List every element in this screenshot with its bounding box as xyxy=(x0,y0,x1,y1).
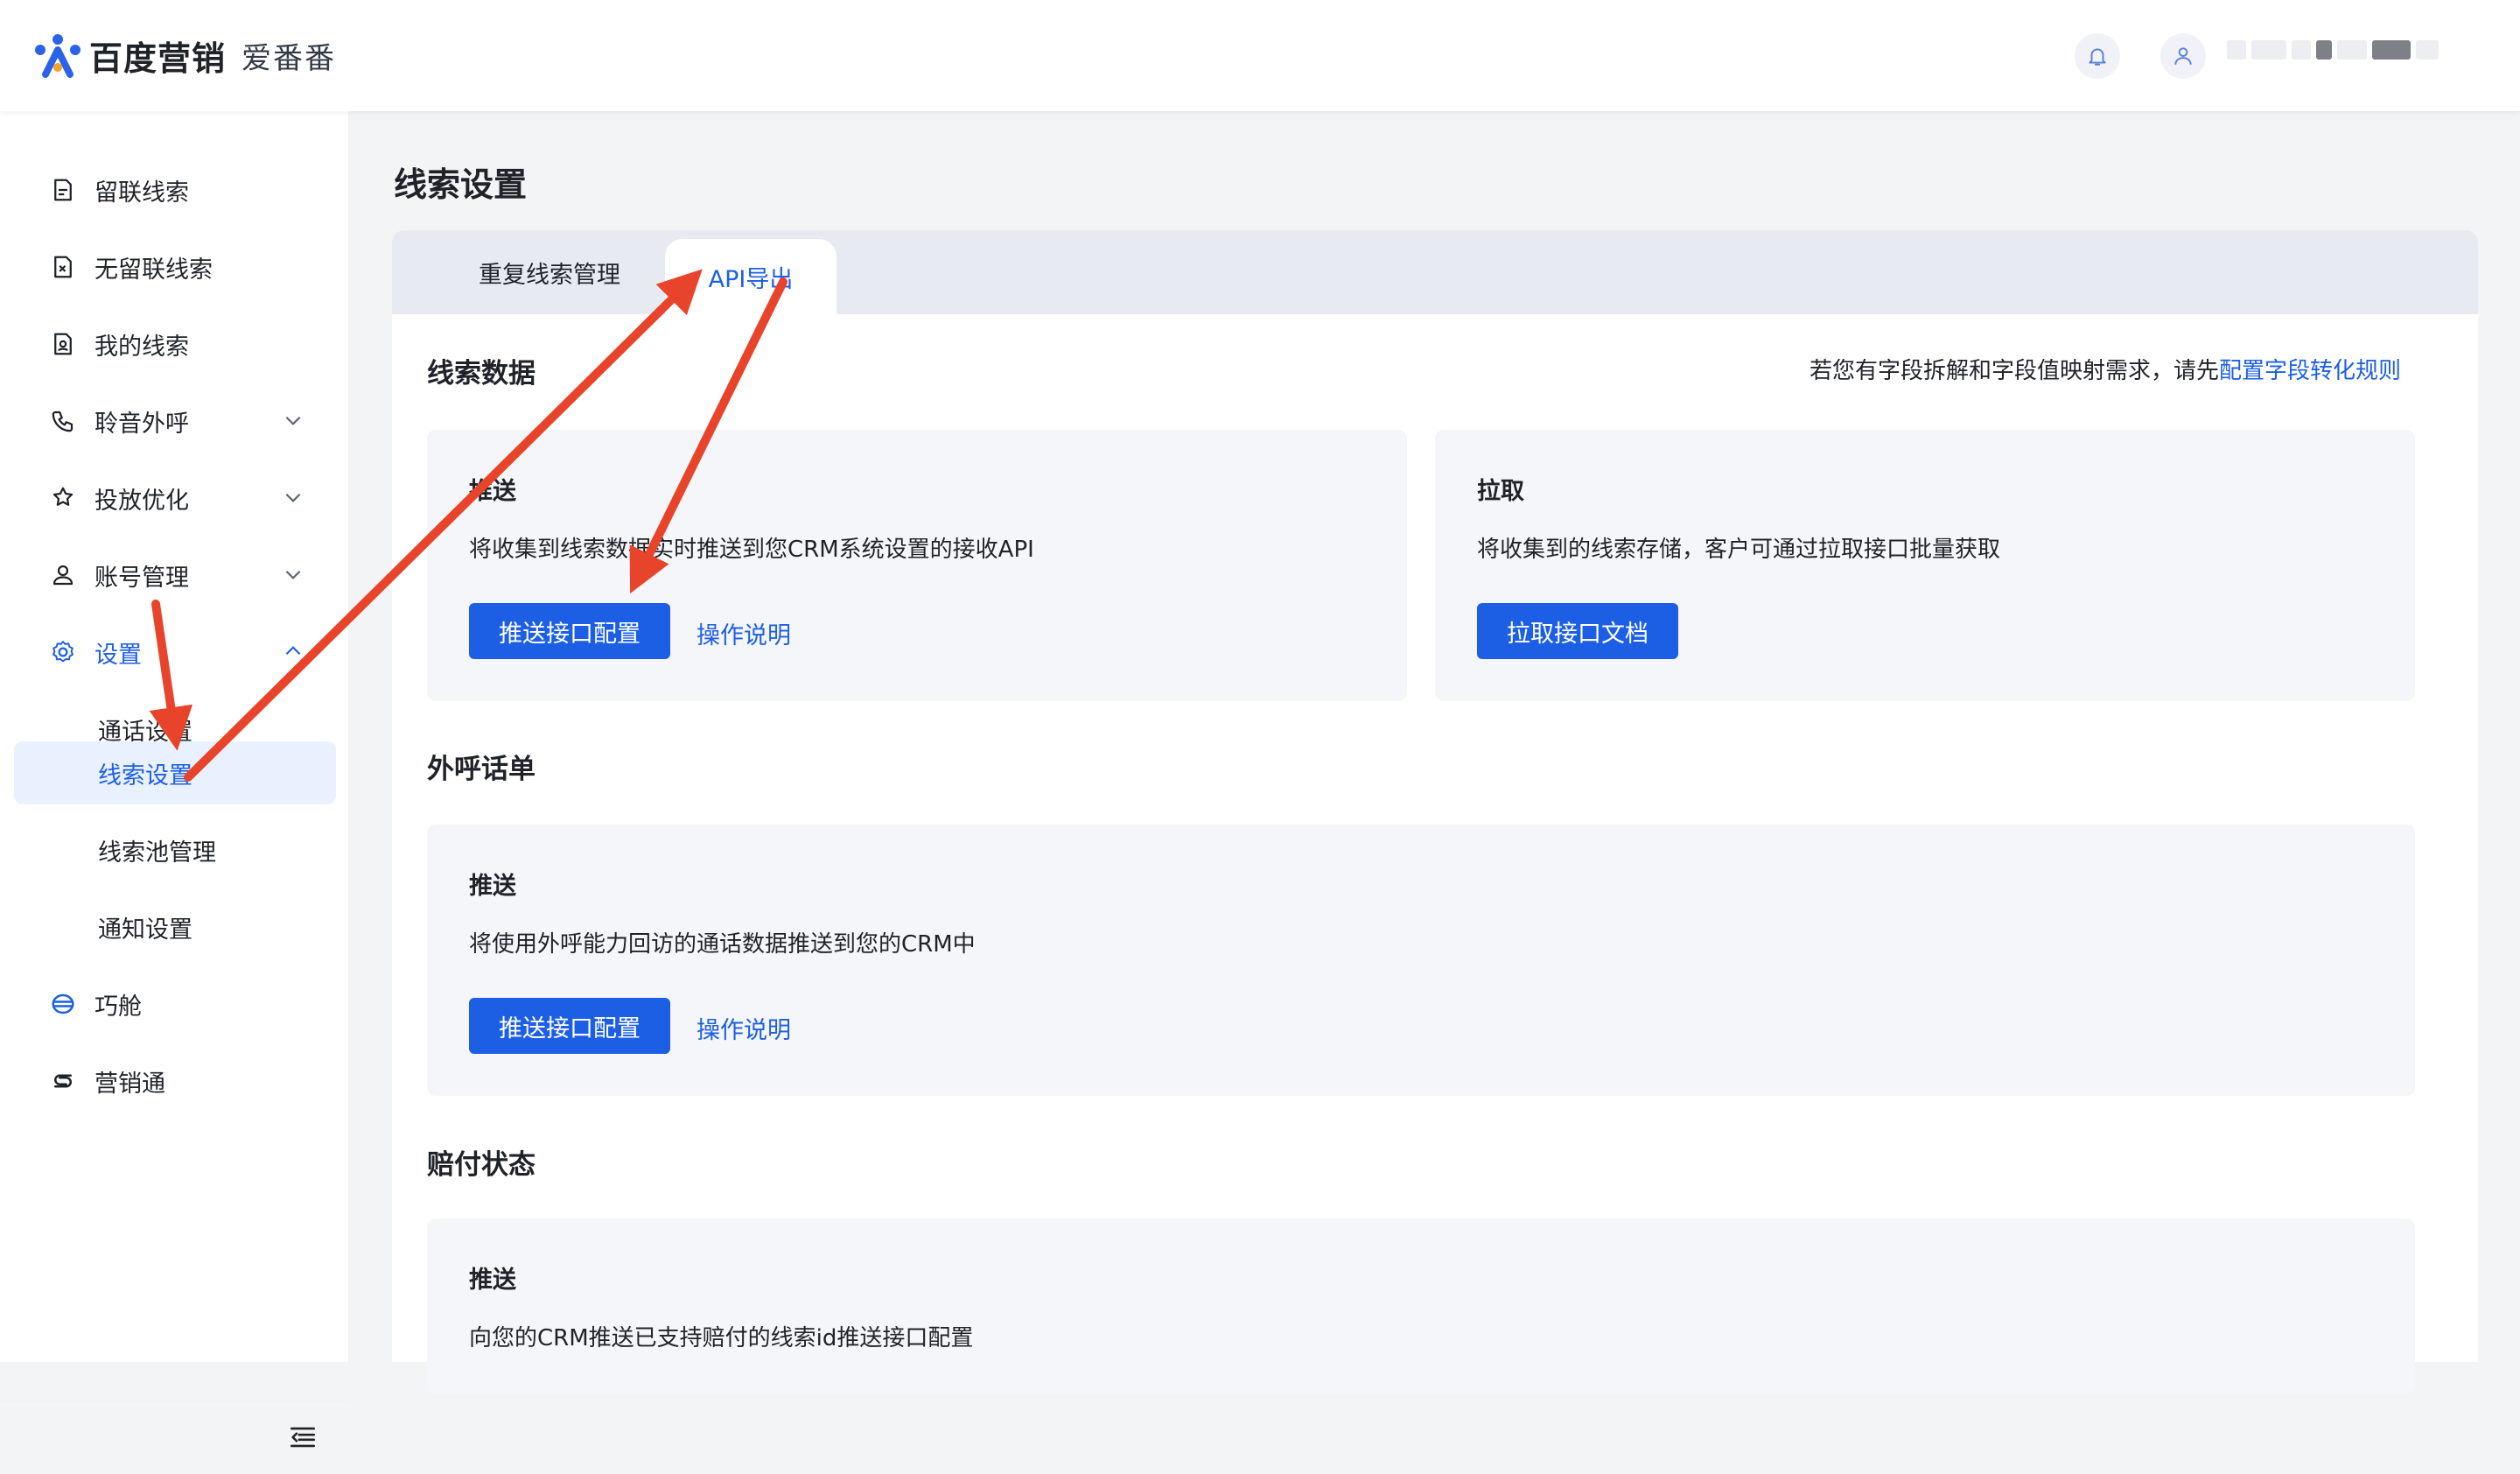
chevron-down-icon xyxy=(285,416,301,425)
tab-api-export[interactable]: API导出 xyxy=(665,239,836,314)
bell-icon xyxy=(2089,48,2106,66)
sidebar-item-label: 线索设置 xyxy=(98,762,192,790)
sidebar-item-label: 通知设置 xyxy=(98,916,192,944)
sidebar: 留联线索 无留联线索 我的线索 聆音外呼 投放优化 账号管理 设置 通话设置 线… xyxy=(0,111,349,1448)
gear-icon xyxy=(46,635,80,670)
section-title-clue-data: 线索数据 xyxy=(427,358,536,390)
card-description: 将收集到线索数据实时推送到您CRM系统设置的接收API xyxy=(469,537,1034,563)
user-icon xyxy=(2174,47,2192,65)
configure-field-rules-link[interactable]: 配置字段转化规则 xyxy=(2219,358,2401,384)
chevron-up-icon xyxy=(285,646,301,656)
sidebar-item-label: 聆音外呼 xyxy=(94,410,189,438)
instructions-link[interactable]: 操作说明 xyxy=(696,1011,791,1045)
pull-doc-button[interactable]: 拉取接口文档 xyxy=(1477,603,1678,659)
clue-pull-card: 拉取 将收集到的线索存储，客户可通过拉取接口批量获取 拉取接口文档 xyxy=(1435,430,2415,701)
phone-icon xyxy=(46,404,80,439)
sidebar-item-retained-clues[interactable]: 留联线索 xyxy=(14,158,336,221)
card-description: 向您的CRM推送已支持赔付的线索id推送接口配置 xyxy=(469,1325,974,1351)
instructions-link[interactable]: 操作说明 xyxy=(696,616,791,650)
sidebar-item-label: 营销通 xyxy=(94,1070,165,1098)
compensation-push-card: 推送 向您的CRM推送已支持赔付的线索id推送接口配置 xyxy=(427,1218,2415,1393)
clue-x-icon xyxy=(46,249,80,284)
account-icon xyxy=(46,558,80,593)
card-title: 推送 xyxy=(469,478,516,505)
sidebar-item-label: 设置 xyxy=(94,641,142,669)
logo[interactable]: 百度营销 爱番番 xyxy=(33,32,336,80)
card-title: 推送 xyxy=(469,873,516,900)
sidebar-item-label: 留联线索 xyxy=(94,179,189,207)
sidebar-item-qiaocang[interactable]: 巧舱 xyxy=(14,972,336,1035)
tab-content-api-export: 线索数据 若您有字段拆解和字段值映射需求，请先配置字段转化规则 推送 将收集到线… xyxy=(392,314,2478,1393)
clue-doc-icon xyxy=(46,172,80,207)
sidebar-item-outbound-call[interactable]: 聆音外呼 xyxy=(14,390,336,453)
username-redacted[interactable] xyxy=(2227,40,2439,61)
sidebar-item-my-clues[interactable]: 我的线索 xyxy=(14,312,336,376)
push-config-button[interactable]: 推送接口配置 xyxy=(469,998,670,1054)
product-name: 爱番番 xyxy=(242,41,337,76)
section-title-call-records: 外呼话单 xyxy=(427,754,536,785)
sidebar-item-yingxiaotong[interactable]: 营销通 xyxy=(14,1049,336,1113)
field-mapping-hint: 若您有字段拆解和字段值映射需求，请先配置字段转化规则 xyxy=(1810,353,2401,385)
card-title: 拉取 xyxy=(1477,478,1524,505)
call-records-push-card: 推送 将使用外呼能力回访的通话数据推送到您的CRM中 推送接口配置 操作说明 xyxy=(427,825,2415,1096)
tab-duplicate-clue-management[interactable]: 重复线索管理 xyxy=(444,230,654,314)
baidu-marketing-logo-icon xyxy=(35,33,80,78)
qiaocang-icon xyxy=(46,986,80,1021)
hint-text: 若您有字段拆解和字段值映射需求，请先 xyxy=(1809,358,2219,384)
top-bar: 百度营销 爱番番 xyxy=(0,0,2520,111)
sidebar-item-settings[interactable]: 设置 xyxy=(14,621,336,684)
sidebar-item-account-management[interactable]: 账号管理 xyxy=(14,544,336,607)
sidebar-item-label: 巧舱 xyxy=(94,993,142,1021)
card-description: 将使用外呼能力回访的通话数据推送到您的CRM中 xyxy=(469,931,976,958)
sidebar-item-ad-optimization[interactable]: 投放优化 xyxy=(14,467,336,530)
notification-button[interactable] xyxy=(2075,33,2120,79)
card-title: 推送 xyxy=(469,1267,516,1294)
page-title: 线索设置 xyxy=(394,165,528,204)
sidebar-item-label: 线索池管理 xyxy=(98,839,216,867)
chevron-down-icon xyxy=(285,493,301,502)
star-gear-icon xyxy=(46,481,80,516)
tab-bar: 重复线索管理 API导出 xyxy=(392,230,2478,314)
brand-name: 百度营销 xyxy=(89,39,227,78)
sidebar-item-no-retained-clues[interactable]: 无留联线索 xyxy=(14,235,336,298)
sidebar-footer xyxy=(0,1400,348,1474)
collapse-menu-icon[interactable] xyxy=(287,1422,318,1452)
my-clue-icon xyxy=(46,326,80,361)
section-title-compensation: 赔付状态 xyxy=(427,1149,536,1181)
sidebar-item-label: 无留联线索 xyxy=(94,256,213,284)
card-description: 将收集到的线索存储，客户可通过拉取接口批量获取 xyxy=(1477,537,2001,563)
push-config-button[interactable]: 推送接口配置 xyxy=(469,603,670,659)
sidebar-item-clue-settings[interactable]: 线索设置 xyxy=(14,741,336,804)
sidebar-item-clue-pool[interactable]: 线索池管理 xyxy=(14,818,336,881)
sidebar-item-label: 我的线索 xyxy=(94,333,189,361)
yingxiaotong-icon xyxy=(46,1063,80,1098)
sidebar-item-label: 投放优化 xyxy=(94,487,189,515)
chevron-down-icon xyxy=(285,570,301,579)
sidebar-item-notification-settings[interactable]: 通知设置 xyxy=(14,895,336,958)
sidebar-item-label: 账号管理 xyxy=(94,564,189,592)
clue-push-card: 推送 将收集到线索数据实时推送到您CRM系统设置的接收API 推送接口配置 操作… xyxy=(427,430,1407,701)
user-avatar-button[interactable] xyxy=(2160,33,2206,79)
